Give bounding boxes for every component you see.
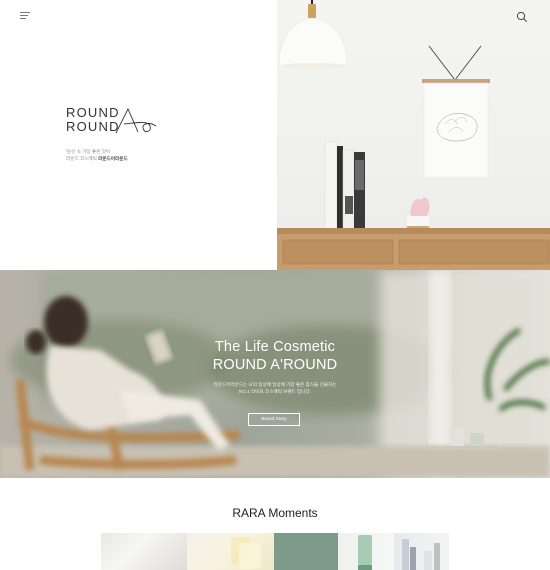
tagline-brand: 라운드어라운드 xyxy=(98,156,128,161)
banner-description-line-1: 라운드어라운드는 나의 일상에 일상에 가장 좋은 휴식을 선물하는 xyxy=(213,382,337,387)
tagline-line-1: '당신 속 가장 좋은 것이 xyxy=(66,149,111,154)
banner-title-line-1: The Life Cosmetic xyxy=(214,339,336,355)
search-icon[interactable] xyxy=(516,11,528,23)
brand-logo[interactable]: ROUND ROUND xyxy=(66,106,157,136)
banner-description-line-2: NO.1 라이프 코스메틱 브랜드 입니다. xyxy=(238,389,312,394)
moment-item-towels[interactable] xyxy=(101,533,187,570)
interior-illustration xyxy=(277,0,550,270)
moment-item-soap[interactable] xyxy=(187,533,274,570)
hamburger-icon[interactable] xyxy=(20,12,30,19)
brand-banner xyxy=(0,270,550,478)
moments-title: RARA Moments xyxy=(232,506,318,520)
moment-item-green-panel[interactable] xyxy=(274,533,338,570)
tagline-prefix: 라운드 코스메틱 xyxy=(66,156,97,161)
banner-illustration xyxy=(0,270,550,478)
interior-photo xyxy=(277,0,550,270)
moment-bottles-illustration xyxy=(402,539,440,570)
moment-soap-illustration xyxy=(231,537,261,569)
moment-item-tube[interactable] xyxy=(338,533,394,570)
tagline-line-2: 라운드 코스메틱 라운드어라운드 xyxy=(66,155,128,162)
logo-swoosh-icon xyxy=(115,107,157,134)
moment-tube-illustration xyxy=(358,535,372,570)
moment-item-bottles[interactable] xyxy=(394,533,449,570)
brand-story-button[interactable]: Brand Story xyxy=(248,413,300,426)
tagline: '당신 속 가장 좋은 것이 라운드 코스메틱 라운드어라운드 xyxy=(66,148,128,162)
banner-title-line-2: ROUND A'ROUND xyxy=(212,357,338,373)
